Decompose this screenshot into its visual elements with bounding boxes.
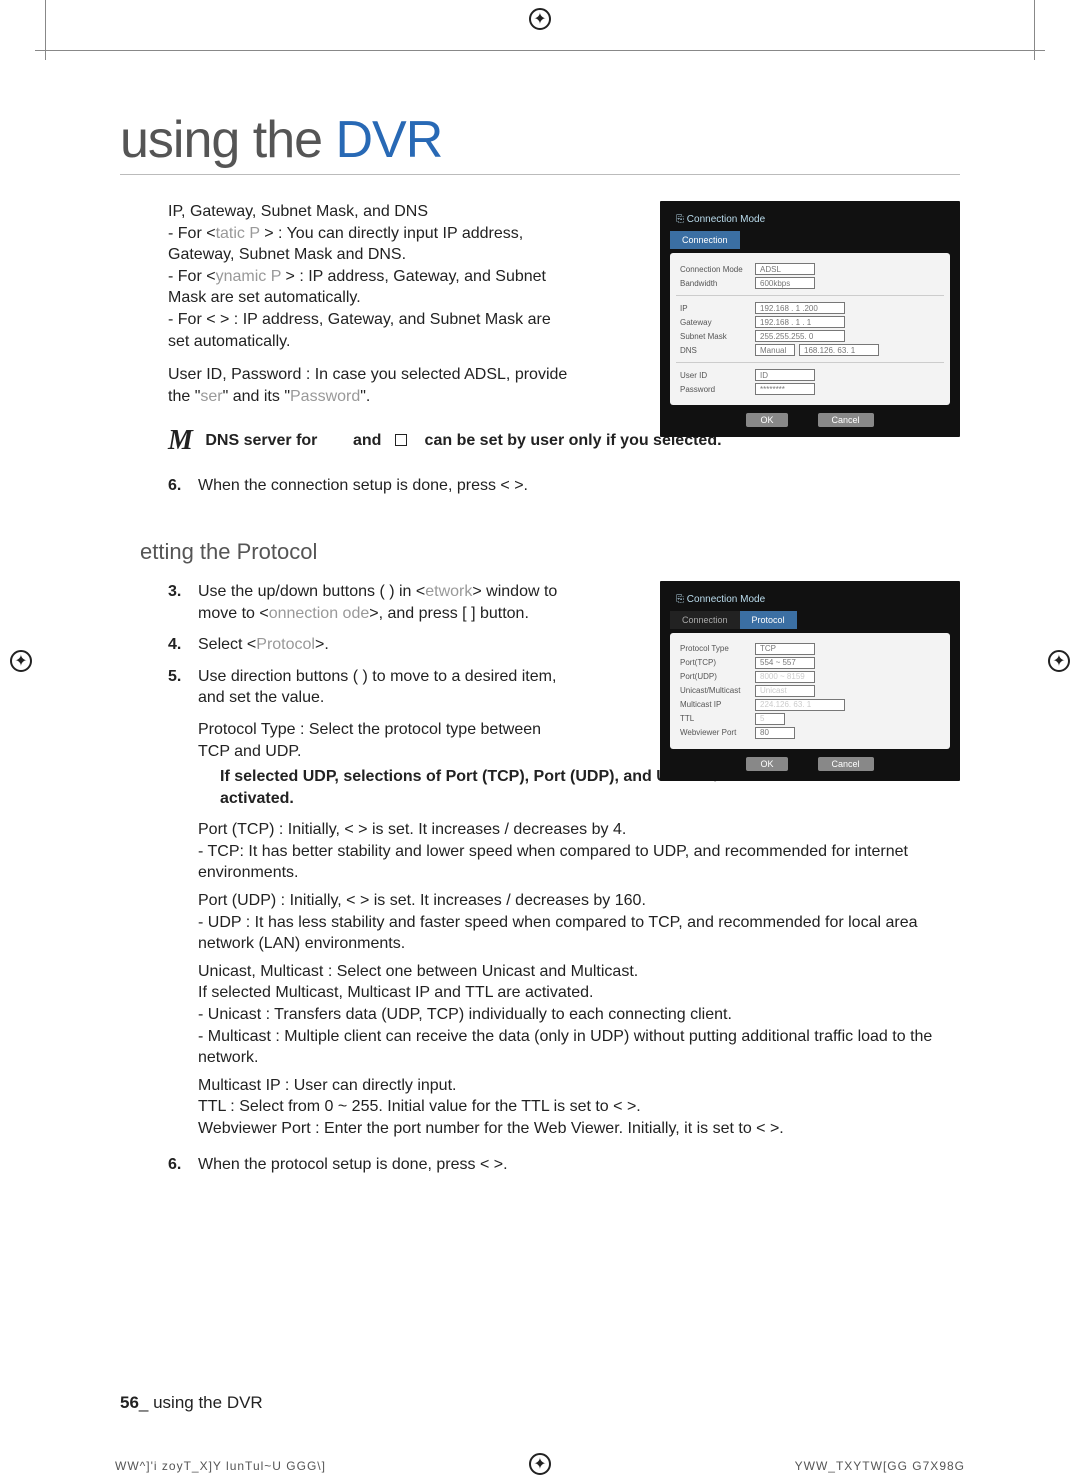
unicast-bullet: - Unicast : Transfers data (UDP, TCP) in… bbox=[198, 1004, 960, 1026]
label-dns: DNS bbox=[680, 346, 755, 355]
tab-protocol[interactable]: Protocol bbox=[740, 611, 797, 629]
value-ttl[interactable]: 5 bbox=[755, 713, 785, 725]
value-webviewer-port[interactable]: 80 bbox=[755, 727, 795, 739]
label-password: Password bbox=[680, 385, 755, 394]
crop-mark bbox=[35, 50, 1045, 51]
unicast-multicast-line2: If selected Multicast, Multicast IP and … bbox=[198, 982, 960, 1004]
crop-mark bbox=[45, 0, 46, 60]
page-title: using the DVR bbox=[120, 110, 960, 175]
label-connection-mode: Connection Mode bbox=[680, 265, 755, 274]
step-number: 3. bbox=[168, 581, 181, 603]
value-dns[interactable]: 168.126. 63. 1 bbox=[799, 344, 879, 356]
udp-sub-bullet: - UDP : It has less stability and faster… bbox=[198, 912, 960, 955]
registration-target-icon: ✦ bbox=[10, 650, 32, 672]
label-webviewer-port: Webviewer Port bbox=[680, 728, 755, 737]
page-footer: 56_ using the DVR bbox=[120, 1393, 263, 1413]
value-unicast-multicast[interactable]: Unicast bbox=[755, 685, 815, 697]
dialog-title: ⎘ Connection Mode bbox=[670, 591, 950, 611]
registration-target-icon: ✦ bbox=[529, 8, 551, 30]
subheading-protocol: etting the Protocol bbox=[140, 539, 960, 565]
value-bandwidth[interactable]: 600kbps bbox=[755, 277, 815, 289]
value-password[interactable]: ******** bbox=[755, 383, 815, 395]
label-ttl: TTL bbox=[680, 714, 755, 723]
bullet-static-ip: - For <tatic P > : You can directly inpu… bbox=[168, 223, 568, 266]
tcp-sub-bullet: - TCP: It has better stability and lower… bbox=[198, 841, 960, 884]
screenshot-connection-mode: ⎘ Connection Mode Connection Connection … bbox=[660, 201, 960, 437]
heading-suffix: DVR bbox=[336, 111, 443, 169]
slug-right: YWW_TXYTW[GG G7X98G bbox=[795, 1459, 965, 1473]
crop-mark bbox=[1034, 0, 1035, 60]
protocol-type-line: Protocol Type : Select the protocol type… bbox=[198, 719, 568, 762]
bullet-adsl: - For < > : IP address, Gateway, and Sub… bbox=[168, 309, 568, 352]
value-subnet-mask[interactable]: 255.255.255. 0 bbox=[755, 330, 845, 342]
checkbox-icon bbox=[395, 434, 407, 446]
label-ip: IP bbox=[680, 304, 755, 313]
value-port-udp[interactable]: 8000 ~ 8159 bbox=[755, 671, 815, 683]
tab-connection[interactable]: Connection bbox=[670, 611, 740, 629]
step-number: 4. bbox=[168, 634, 181, 656]
step-number: 6. bbox=[168, 1154, 181, 1176]
ok-button[interactable]: OK bbox=[746, 757, 787, 771]
label-port-udp: Port(UDP) bbox=[680, 672, 755, 681]
label-port-tcp: Port(TCP) bbox=[680, 658, 755, 667]
port-tcp-line: Port (TCP) : Initially, < > is set. It i… bbox=[198, 819, 960, 841]
ttl-line: TTL : Select from 0 ~ 255. Initial value… bbox=[198, 1096, 960, 1118]
label-multicast-ip: Multicast IP bbox=[680, 700, 755, 709]
step3-text: Use the up/down buttons ( ) in <etwork> … bbox=[198, 583, 557, 622]
value-connection-mode[interactable]: ADSL bbox=[755, 263, 815, 275]
step5-text: Use direction buttons ( ) to move to a d… bbox=[198, 668, 556, 707]
tab-connection[interactable]: Connection bbox=[670, 231, 740, 249]
ok-button[interactable]: OK bbox=[746, 413, 787, 427]
registration-target-icon: ✦ bbox=[529, 1453, 551, 1475]
value-multicast-ip[interactable]: 224.126. 63. 1 bbox=[755, 699, 845, 711]
label-protocol-type: Protocol Type bbox=[680, 644, 755, 653]
bullet-dynamic-ip: - For <ynamic P > : IP address, Gateway,… bbox=[168, 266, 568, 309]
value-ip[interactable]: 192.168 . 1 .200 bbox=[755, 302, 845, 314]
step6-protocol: When the protocol setup is done, press <… bbox=[198, 1156, 508, 1173]
value-user-id[interactable]: ID bbox=[755, 369, 815, 381]
cancel-button[interactable]: Cancel bbox=[818, 413, 874, 427]
webviewer-port-line: Webviewer Port : Enter the port number f… bbox=[198, 1118, 960, 1140]
value-gateway[interactable]: 192.168 . 1 . 1 bbox=[755, 316, 845, 328]
value-protocol-type[interactable]: TCP bbox=[755, 643, 815, 655]
dialog-title: ⎘ Connection Mode bbox=[670, 211, 950, 231]
cancel-button[interactable]: Cancel bbox=[818, 757, 874, 771]
label-user-id: User ID bbox=[680, 371, 755, 380]
page-number: 56 bbox=[120, 1393, 139, 1412]
slug-left: WW^]'i zoyT_X]Y lunTul~U GGG\] bbox=[115, 1459, 326, 1473]
step-number: 5. bbox=[168, 666, 181, 688]
step-number: 6. bbox=[168, 475, 181, 497]
intro-line: IP, Gateway, Subnet Mask, and DNS bbox=[168, 201, 568, 223]
port-udp-line: Port (UDP) : Initially, < > is set. It i… bbox=[198, 890, 960, 912]
heading-prefix: using the bbox=[120, 111, 336, 169]
step6-connection: When the connection setup is done, press… bbox=[198, 477, 528, 494]
multicast-ip-line: Multicast IP : User can directly input. bbox=[198, 1075, 960, 1097]
unicast-multicast-line1: Unicast, Multicast : Select one between … bbox=[198, 961, 960, 983]
multicast-bullet: - Multicast : Multiple client can receiv… bbox=[198, 1026, 960, 1069]
label-unicast-multicast: Unicast/Multicast bbox=[680, 686, 755, 695]
screenshot-protocol: ⎘ Connection Mode Connection Protocol Pr… bbox=[660, 581, 960, 781]
registration-target-icon: ✦ bbox=[1048, 650, 1070, 672]
value-port-tcp[interactable]: 554 ~ 557 bbox=[755, 657, 815, 669]
label-bandwidth: Bandwidth bbox=[680, 279, 755, 288]
user-password-line: User ID, Password : In case you selected… bbox=[168, 364, 568, 407]
footer-text: _ using the DVR bbox=[139, 1393, 263, 1412]
label-subnet-mask: Subnet Mask bbox=[680, 332, 755, 341]
note-icon: M bbox=[168, 425, 193, 456]
step4-text: Select <Protocol>. bbox=[198, 636, 329, 653]
value-dns-mode[interactable]: Manual bbox=[755, 344, 795, 356]
label-gateway: Gateway bbox=[680, 318, 755, 327]
